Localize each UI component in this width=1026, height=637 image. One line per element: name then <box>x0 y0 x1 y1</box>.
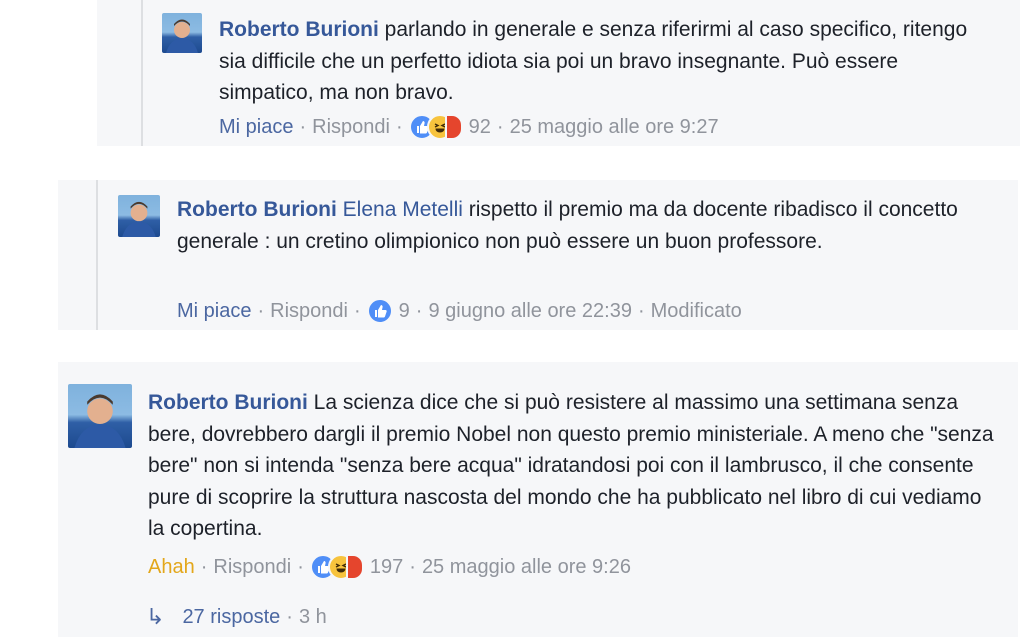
separator: · <box>297 555 304 578</box>
reply-link[interactable]: Rispondi <box>270 300 348 323</box>
separator: · <box>353 299 361 322</box>
comment-actions: Mi piace · Rispondi · 92 · 25 maggio all… <box>219 114 719 140</box>
avatar[interactable] <box>118 195 160 237</box>
separator: · <box>395 115 403 138</box>
timestamp[interactable]: 9 giugno alle ore 22:39 <box>428 300 632 323</box>
separator: · <box>409 555 416 578</box>
author-name[interactable]: Roberto Burioni <box>148 391 308 414</box>
reply-link[interactable]: Rispondi <box>213 556 291 579</box>
reply-link[interactable]: Rispondi <box>312 116 390 139</box>
thumbs-up-icon <box>366 298 393 324</box>
thread-rule <box>141 0 143 146</box>
comment-body: Roberto Burioni La scienza dice che si p… <box>148 387 1003 545</box>
comment-block-3: Roberto Burioni La scienza dice che si p… <box>58 362 1018 637</box>
separator: · <box>200 555 208 578</box>
separator: · <box>415 299 423 322</box>
separator: · <box>299 115 307 138</box>
avatar[interactable] <box>68 384 132 448</box>
comment-block-1: Roberto Burioni parlando in generale e s… <box>97 0 1020 146</box>
replies-time: 3 h <box>298 605 327 628</box>
comment-body: Roberto Burioni Elena Metelli rispetto i… <box>177 194 992 257</box>
separator: · <box>257 299 265 322</box>
separator: · <box>637 299 645 322</box>
mention-link[interactable]: Elena Metelli <box>343 198 463 221</box>
like-link[interactable]: Mi piace <box>177 300 251 323</box>
reaction-count[interactable]: 197 <box>370 556 403 579</box>
angry-face-icon <box>345 554 364 580</box>
comment-actions: Ahah · Rispondi · 197 · 25 maggio alle o… <box>148 554 631 580</box>
replies-link[interactable]: 27 risposte <box>182 606 280 629</box>
timestamp[interactable]: 25 maggio alle ore 9:26 <box>422 556 631 579</box>
reaction-count[interactable]: 9 <box>399 300 410 323</box>
reaction-count[interactable]: 92 <box>469 116 491 139</box>
author-name[interactable]: Roberto Burioni <box>177 198 337 221</box>
edited-label[interactable]: Modificato <box>651 300 742 323</box>
separator: · <box>286 605 293 628</box>
reaction-summary[interactable] <box>366 298 393 324</box>
thread-rule <box>96 180 98 330</box>
angry-face-icon <box>444 114 463 140</box>
timestamp[interactable]: 25 maggio alle ore 9:27 <box>510 116 719 139</box>
avatar[interactable] <box>162 13 202 53</box>
author-name[interactable]: Roberto Burioni <box>219 18 379 41</box>
comment-actions: Mi piace · Rispondi · 9 · 9 giugno alle … <box>177 298 742 324</box>
replies-row[interactable]: ↳ 27 risposte · 3 h <box>146 604 327 630</box>
comment-block-2: Roberto Burioni Elena Metelli rispetto i… <box>58 180 1018 330</box>
reply-arrow-icon: ↳ <box>146 604 165 629</box>
like-link[interactable]: Mi piace <box>219 116 293 139</box>
separator: · <box>496 115 504 138</box>
haha-reaction-link[interactable]: Ahah <box>148 556 195 579</box>
reaction-summary[interactable] <box>309 554 364 580</box>
comment-body: Roberto Burioni parlando in generale e s… <box>219 14 994 109</box>
reaction-summary[interactable] <box>408 114 463 140</box>
